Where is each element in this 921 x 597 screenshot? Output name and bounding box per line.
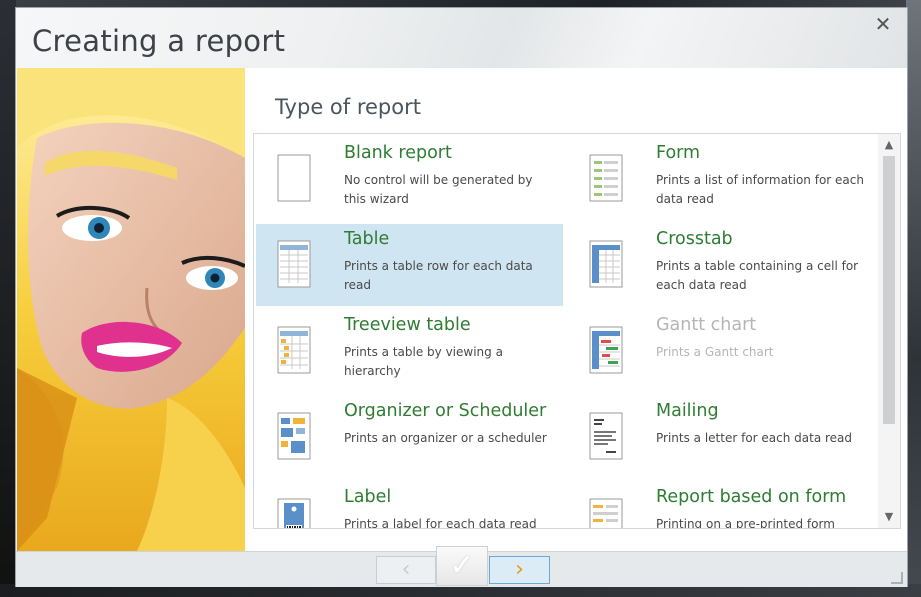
- close-button[interactable]: ✕: [871, 12, 895, 36]
- report-wizard-dialog: Creating a report ✕ Type of report Blank…: [15, 7, 908, 587]
- report-type-name: Form: [656, 143, 701, 163]
- report-type-gantt-chart[interactable]: Gantt chart Prints a Gantt chart: [568, 310, 875, 392]
- finish-checkmark-button[interactable]: ✓: [436, 546, 488, 586]
- scroll-up-arrow-icon[interactable]: ▲: [878, 136, 900, 154]
- dialog-title: Creating a report: [32, 24, 286, 58]
- report-type-crosstab[interactable]: Crosstab Prints a table containing a cel…: [568, 224, 875, 306]
- report-type-description: Prints a letter for each data read: [656, 431, 853, 445]
- title-bar[interactable]: Creating a report ✕: [16, 8, 907, 68]
- preprinted-form-icon: [588, 497, 624, 528]
- label-icon: [276, 497, 312, 528]
- report-type-description: Prints a list of information for each da…: [656, 173, 864, 206]
- resize-grip-icon[interactable]: [891, 572, 903, 584]
- previous-button[interactable]: ‹: [376, 556, 436, 584]
- report-type-name: Table: [344, 229, 390, 249]
- treeview-table-icon: [276, 325, 312, 375]
- form-icon: [588, 153, 624, 203]
- report-type-description: Printing on a pre-printed form: [656, 517, 835, 529]
- report-type-name: Gantt chart: [656, 315, 757, 335]
- report-type-description: Prints a table by viewing a hierarchy: [344, 345, 503, 378]
- report-type-name: Label: [344, 487, 392, 507]
- section-title: Type of report: [275, 95, 421, 119]
- report-type-description: Prints a table containing a cell for eac…: [656, 259, 859, 292]
- report-type-list[interactable]: Blank report No control will be generate…: [253, 133, 901, 529]
- report-type-treeview-table[interactable]: Treeview table Prints a table by viewing…: [256, 310, 563, 392]
- wizard-banner-image: [17, 68, 245, 551]
- desktop-background-left: [0, 0, 16, 597]
- desktop-background-right: [906, 0, 921, 597]
- vertical-scrollbar[interactable]: ▲ ▼: [878, 134, 900, 528]
- report-type-report-based-on-form[interactable]: Report based on form Printing on a pre-p…: [568, 482, 875, 529]
- report-type-name: Blank report: [344, 143, 452, 163]
- wizard-content: Type of report Blank report No control w…: [245, 68, 907, 551]
- report-type-description: Prints a label for each data read: [344, 517, 537, 529]
- report-type-organizer-or-scheduler[interactable]: Organizer or Scheduler Prints an organiz…: [256, 396, 563, 478]
- report-type-form[interactable]: Form Prints a list of information for ea…: [568, 138, 875, 220]
- next-button[interactable]: ›: [489, 556, 550, 584]
- scroll-thumb[interactable]: [883, 156, 895, 424]
- report-type-description: Prints a Gantt chart: [656, 345, 774, 359]
- report-type-name: Treeview table: [344, 315, 471, 335]
- report-type-name: Organizer or Scheduler: [344, 401, 547, 421]
- gantt-chart-icon: [588, 325, 624, 375]
- mailing-icon: [588, 411, 624, 461]
- report-type-table[interactable]: Table Prints a table row for each data r…: [256, 224, 563, 306]
- blank-page-icon: [276, 153, 312, 203]
- scroll-down-arrow-icon[interactable]: ▼: [878, 508, 900, 526]
- wizard-footer: ‹ ✓ ›: [16, 546, 907, 587]
- banner-illustration: [17, 68, 245, 551]
- report-type-description: No control will be generated by this wiz…: [344, 173, 533, 206]
- report-type-description: Prints an organizer or a scheduler: [344, 431, 547, 445]
- report-type-name: Mailing: [656, 401, 719, 421]
- report-type-description: Prints a table row for each data read: [344, 259, 533, 292]
- report-type-label[interactable]: Label Prints a label for each data read: [256, 482, 563, 529]
- report-type-mailing[interactable]: Mailing Prints a letter for each data re…: [568, 396, 875, 478]
- organizer-icon: [276, 411, 312, 461]
- report-type-blank-report[interactable]: Blank report No control will be generate…: [256, 138, 563, 220]
- report-type-name: Crosstab: [656, 229, 733, 249]
- report-type-name: Report based on form: [656, 487, 847, 507]
- crosstab-icon: [588, 239, 624, 289]
- table-icon: [276, 239, 312, 289]
